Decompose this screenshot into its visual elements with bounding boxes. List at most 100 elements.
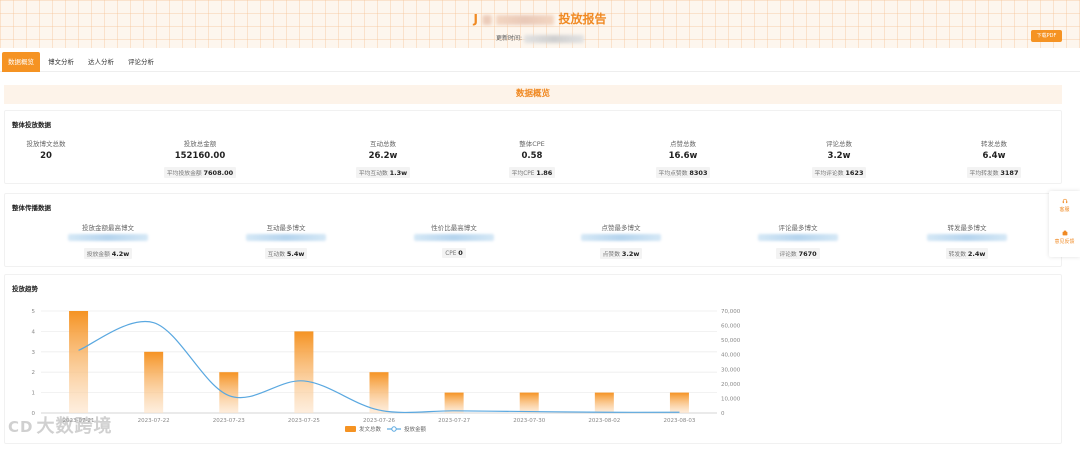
bar [669, 392, 689, 413]
redacted-post-title[interactable] [581, 234, 661, 241]
y-right-tick-label: 50,000 [721, 338, 741, 344]
stat-label: 点赞总数 [670, 140, 696, 148]
bar [294, 331, 314, 413]
feedback-label: 意见反馈 [1054, 239, 1075, 245]
customer-service-button[interactable]: 客服 [1049, 198, 1080, 213]
avg-label: 平均投放金额 [166, 171, 202, 177]
y-right-tick-label: 30,000 [721, 367, 741, 373]
tab-data-overview[interactable]: 数据概览 [2, 52, 40, 72]
download-pdf-button[interactable]: 下载PDF [1031, 30, 1062, 42]
stat-average: 平均转发数 3187 [949, 167, 1039, 178]
report-title-suffix: 投放报告 [558, 12, 607, 26]
avg-label: 平均互动数 [358, 171, 388, 177]
spread-label: 点赞最多博文 [601, 224, 641, 232]
redacted-update-time [523, 34, 584, 43]
spread-metric: 评论数 7670 [753, 248, 843, 259]
avg-value: 1.3w [389, 169, 408, 177]
avg-label: 平均评论数 [814, 171, 844, 177]
spread-stats-card: 整体传播数据 投放金额最高博文 投放金额 4.2w 互动最多博文 互动数 5.4… [4, 193, 1062, 267]
x-tick-label: 2023-07-30 [513, 418, 545, 424]
redacted-post-title[interactable] [758, 234, 838, 241]
stat-label: 互动总数 [370, 140, 396, 148]
metric-label: 投放金额 [86, 252, 110, 258]
y-right-tick-label: 70,000 [721, 309, 741, 315]
avg-value: 1623 [845, 169, 864, 177]
y-right-tick-label: 10,000 [721, 396, 741, 402]
tab-influencer-analysis[interactable]: 达人分析 [88, 52, 114, 72]
y-left-tick-label: 2 [32, 370, 36, 376]
tab-comment-analysis[interactable]: 评论分析 [128, 52, 154, 72]
stat-average: 平均评论数 1623 [794, 167, 884, 178]
bar [369, 372, 389, 413]
update-time-row: 更新时间: [0, 33, 1080, 43]
y-left-tick-label: 4 [32, 329, 36, 335]
feedback-icon [1062, 230, 1067, 236]
spread-label: 投放金额最高博文 [82, 224, 134, 232]
bar [144, 351, 164, 413]
overall-stats-title: 整体投放数据 [12, 121, 51, 129]
y-right-tick-label: 40,000 [721, 353, 741, 359]
bar [69, 311, 89, 413]
stat-average: 平均投放金额 7608.00 [155, 167, 245, 178]
avg-label: 平均CPE [511, 171, 535, 177]
metric-value: 3.2w [621, 250, 640, 258]
y-right-tick-label: 0 [721, 411, 725, 417]
stat-value: 3.2w [827, 151, 851, 161]
legend-line-marker [391, 426, 397, 432]
trend-chart-card: 投放趋势 0 1 2 3 4 5 0 10,000 20,000 30,000 40,000 50,0… [4, 274, 1062, 444]
report-title-prefix: J [473, 12, 478, 26]
bar [444, 392, 464, 413]
y-right-tick-label: 20,000 [721, 382, 741, 388]
y-right-tick-label: 60,000 [721, 324, 741, 330]
legend-bar-label: 发文总数 [359, 425, 382, 433]
redacted-text [496, 14, 555, 25]
feedback-button[interactable]: 意见反馈 [1049, 230, 1080, 245]
stat-label: 评论总数 [826, 140, 852, 148]
avg-label: 平均点赞数 [658, 171, 688, 177]
x-tick-label: 2023-08-02 [588, 418, 620, 424]
spread-metric: 转发数 2.4w [922, 248, 1012, 259]
trend-chart: 012345010,00020,00030,00040,00050,00060,… [32, 309, 741, 433]
avg-value: 1.86 [536, 169, 553, 177]
metric-value: 2.4w [967, 250, 986, 258]
redacted-post-title[interactable] [68, 234, 148, 241]
avg-label: 平均转发数 [969, 171, 999, 177]
stat-value: 16.6w [668, 151, 698, 161]
stat-label: 转发总数 [981, 140, 1007, 148]
spread-metric: 点赞数 3.2w [576, 248, 666, 259]
avg-value: 3187 [1000, 169, 1019, 177]
stat-value: 152160.00 [174, 151, 226, 161]
metric-label: 评论数 [779, 252, 797, 258]
y-left-tick-label: 3 [32, 350, 36, 356]
spread-label: 互动最多博文 [266, 224, 306, 232]
spread-stats-title: 整体传播数据 [12, 204, 51, 212]
customer-service-label: 客服 [1059, 207, 1070, 213]
redacted-post-title[interactable] [414, 234, 494, 241]
metric-value: 0 [458, 249, 463, 257]
x-tick-label: 2023-07-26 [363, 418, 395, 424]
stat-label: 投放博文总数 [26, 140, 66, 148]
tab-post-analysis[interactable]: 博文分析 [48, 52, 74, 72]
spread-label: 性价比最高博文 [431, 224, 477, 232]
bar [519, 392, 539, 413]
x-tick-label: 2023-07-27 [438, 418, 470, 424]
overall-stats-card: 整体投放数据 投放博文总数 20 投放总金额 152160.00 平均投放金额 … [4, 110, 1062, 184]
redacted-post-title[interactable] [927, 234, 1007, 241]
watermark-text: 大数跨境 [36, 416, 113, 437]
stat-value: 26.2w [368, 151, 398, 161]
tab-bar: 数据概览 博文分析 达人分析 评论分析 [0, 52, 1080, 72]
spread-metric: 投放金额 4.2w [63, 248, 153, 259]
legend-bar-swatch [345, 426, 356, 432]
stat-label: 整体CPE [519, 140, 545, 148]
stat-value: 6.4w [982, 151, 1006, 161]
stat-value: 20 [40, 151, 52, 161]
metric-label: 互动数 [267, 252, 286, 258]
redacted-post-title[interactable] [246, 234, 326, 241]
stat-average: 平均互动数 1.3w [338, 167, 428, 178]
watermark-logo: CD 大数跨境 [8, 412, 112, 438]
x-tick-label: 2023-07-23 [213, 418, 245, 424]
report-header: J 投放报告 更新时间: 下载PDF [0, 0, 1080, 48]
x-tick-label: 2023-08-03 [663, 418, 695, 424]
bar [594, 392, 614, 413]
report-title: J 投放报告 [0, 10, 1080, 27]
